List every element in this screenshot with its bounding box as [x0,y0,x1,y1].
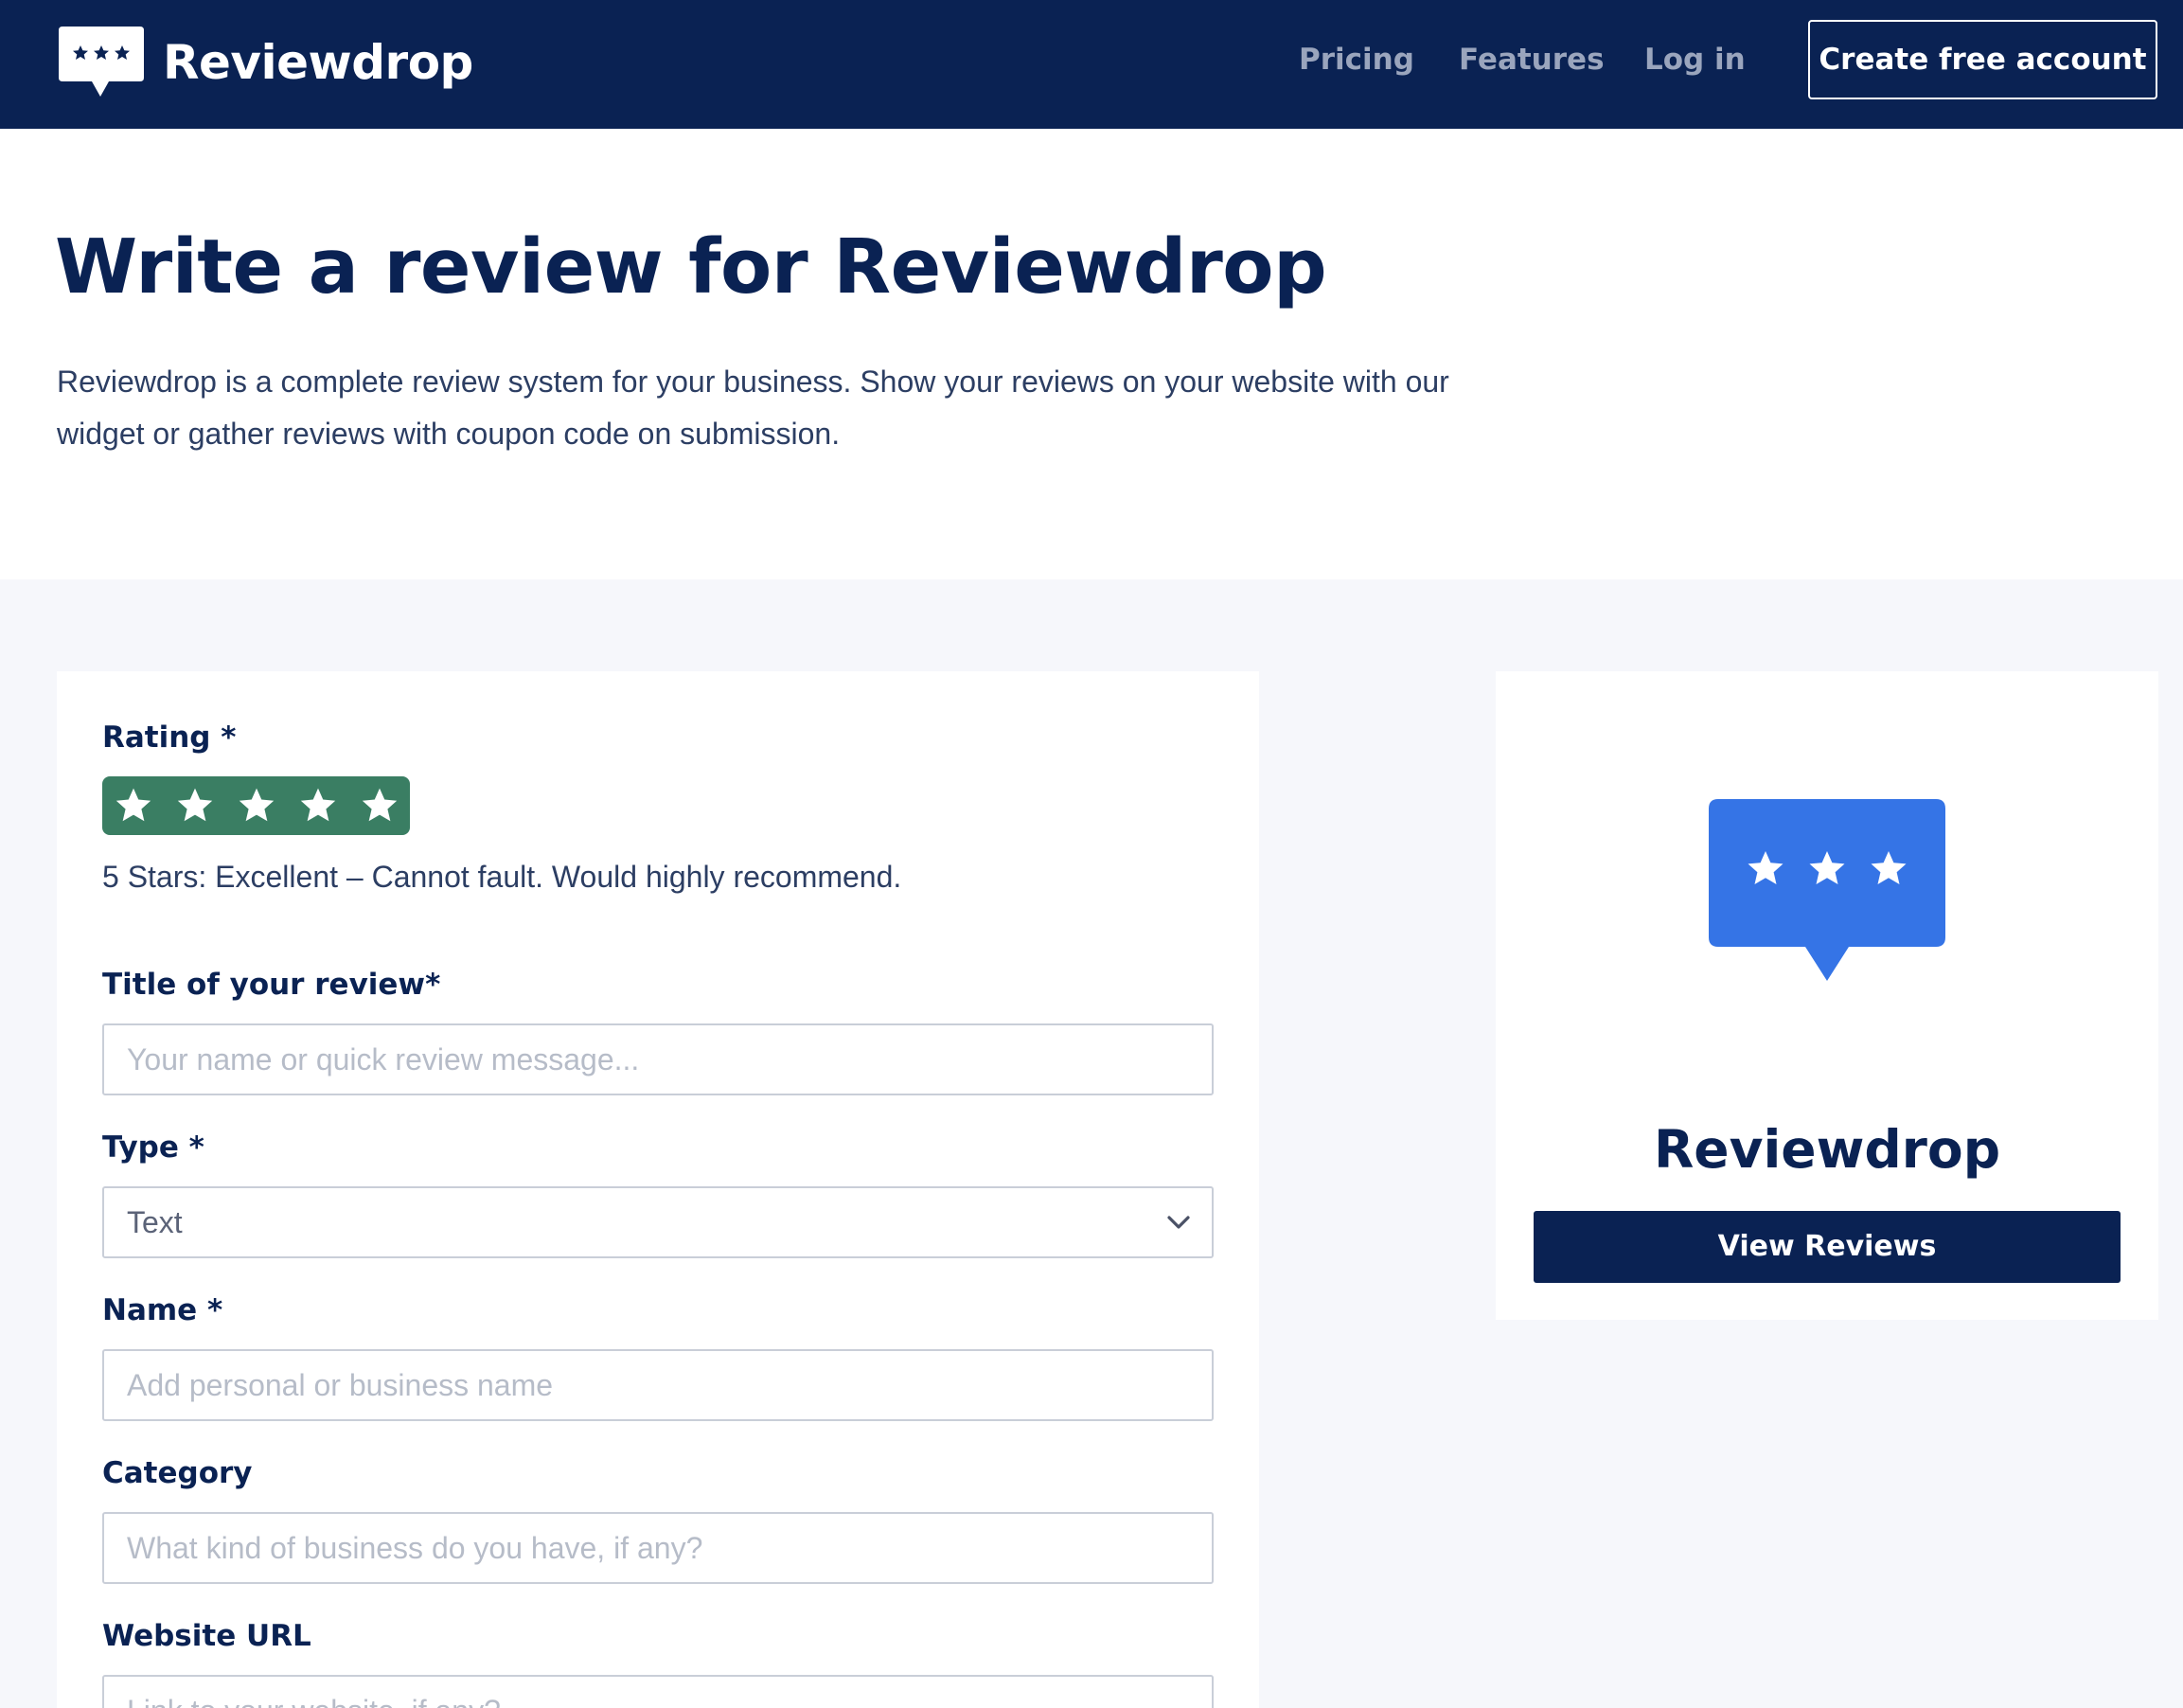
page-description: Reviewdrop is a complete review system f… [57,365,1449,451]
review-title-input[interactable] [104,1025,1212,1094]
star-icon-3[interactable] [237,786,276,826]
review-form: Rating * 5 Stars: Excellent – Cannot fau… [57,671,1259,1708]
type-select-value: Text [127,1205,183,1239]
review-title-label: Title of your review* [102,968,441,1002]
star-icon-4[interactable] [298,786,338,826]
star-icon-1[interactable] [114,786,153,826]
type-label: Type * [102,1130,204,1165]
brand-logo-link[interactable]: Reviewdrop [57,25,473,100]
star-icon-2[interactable] [175,786,215,826]
category-label: Category [102,1456,253,1490]
website-url-field [102,1675,1214,1708]
nav-link-pricing[interactable]: Pricing [1299,36,1414,83]
category-input[interactable] [104,1514,1212,1582]
name-input[interactable] [104,1351,1212,1419]
rating-description: 5 Stars: Excellent – Cannot fault. Would… [102,860,902,894]
type-select[interactable]: Text [102,1186,1214,1258]
website-url-label: Website URL [102,1619,311,1653]
business-logo-icon [1709,799,1945,1017]
chevron-down-icon [1167,1216,1190,1229]
star-rating[interactable] [102,776,410,835]
page-title: Write a review for Reviewdrop [55,223,1327,311]
category-field [102,1512,1214,1584]
name-label: Name * [102,1293,223,1327]
brand-name: Reviewdrop [163,35,473,90]
view-reviews-button[interactable]: View Reviews [1534,1211,2121,1283]
rating-label: Rating * [102,721,237,755]
website-url-input[interactable] [104,1677,1212,1708]
business-name: Reviewdrop [1653,1119,2001,1180]
nav-link-login[interactable]: Log in [1644,36,1746,83]
business-card: Reviewdrop View Reviews [1496,671,2158,1320]
nav-link-features[interactable]: Features [1459,36,1605,83]
star-icon-5[interactable] [360,786,399,826]
create-free-account-button[interactable]: Create free account [1808,20,2157,99]
review-title-field [102,1023,1214,1095]
name-field [102,1349,1214,1421]
top-navbar: Reviewdrop Pricing Features Log in Creat… [0,0,2183,129]
speech-bubble-stars-icon [57,25,146,100]
